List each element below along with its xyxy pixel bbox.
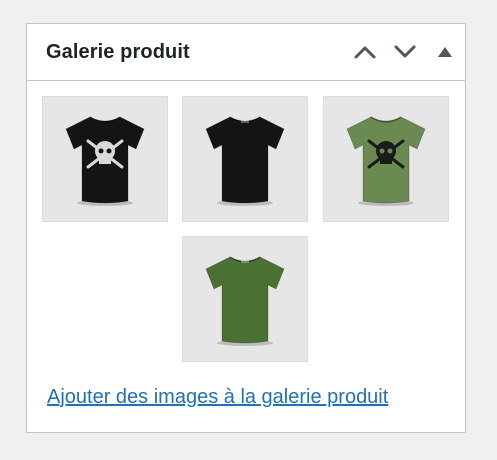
chevron-up-icon	[354, 46, 376, 59]
move-down-button[interactable]	[385, 24, 425, 81]
panel-header: Galerie produit	[27, 24, 465, 81]
tshirt-image	[65, 116, 145, 206]
panel-handle-actions	[345, 24, 465, 80]
tshirt-image	[346, 116, 426, 206]
triangle-up-icon	[438, 47, 452, 57]
gallery-image-tshirt-black-back[interactable]	[182, 96, 308, 222]
tshirt-image	[205, 116, 285, 206]
gallery-grid	[27, 81, 465, 371]
add-gallery-images-link[interactable]: Ajouter des images à la galerie produit	[47, 386, 388, 409]
gallery-image-tshirt-green-back[interactable]	[182, 236, 308, 362]
product-gallery-panel: Galerie produit Ajouter des images à la …	[26, 23, 466, 433]
move-up-button[interactable]	[345, 24, 385, 81]
gallery-image-tshirt-black-skull-front[interactable]	[42, 96, 168, 222]
tshirt-image	[205, 256, 285, 346]
gallery-image-tshirt-green-skull-front[interactable]	[323, 96, 449, 222]
toggle-panel-button[interactable]	[425, 24, 465, 81]
panel-title: Galerie produit	[46, 40, 190, 63]
chevron-down-icon	[394, 45, 416, 58]
